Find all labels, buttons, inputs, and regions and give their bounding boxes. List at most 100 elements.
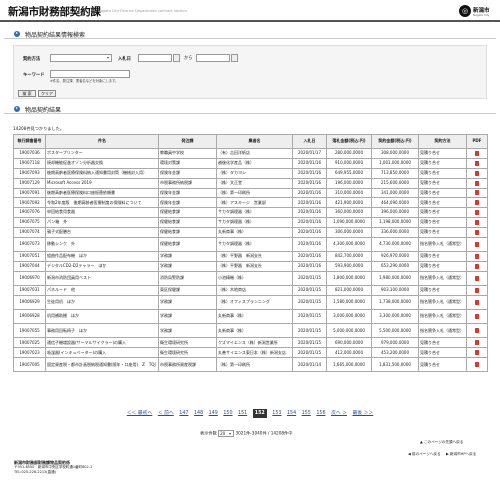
page-link[interactable]: 147 — [179, 409, 188, 418]
per-page-label: 表示件数 — [200, 430, 217, 436]
city-emblem-icon[interactable]: ◎ — [459, 5, 471, 17]
page-prev-link[interactable]: ＜ 前へ — [158, 409, 174, 418]
page-link[interactable]: 155 — [302, 409, 311, 418]
page-link[interactable]: 150 — [223, 409, 232, 418]
row-number: 19007129 — [13, 177, 46, 189]
page-link[interactable]: 156 — [316, 409, 325, 418]
pagetop-link[interactable]: ▲ このページの先頭へ戻る — [420, 440, 463, 445]
row-rakusatsu: 310,000,0000 — [326, 187, 372, 199]
row-vendor: 丸新商事（株） — [216, 227, 293, 238]
row-pdf — [466, 270, 488, 287]
pdf-icon[interactable] — [475, 229, 479, 235]
prev-page-link[interactable]: ◀ 前のページへ戻る — [408, 452, 441, 457]
bid-date-to-input[interactable] — [196, 54, 230, 62]
row-method: 見積り合せ — [418, 207, 467, 219]
page-link[interactable]: 151 — [238, 409, 247, 418]
pdf-icon[interactable] — [475, 263, 479, 269]
row-date: 2020/01/15 — [292, 294, 327, 311]
search-section-header: 物品契約結果情報検索 — [4, 29, 496, 39]
city-logo-subtext: Niigata City — [473, 13, 490, 17]
pdf-icon[interactable] — [475, 190, 479, 196]
row-date: 2020/01/15 — [292, 347, 327, 359]
row-vendor: サカタ調理器（株） — [216, 217, 293, 228]
row-keiyaku: 341,000,0000 — [371, 187, 419, 199]
row-dept: 保健給食課 — [158, 217, 217, 228]
date-range-separator: から — [184, 56, 193, 61]
row-method: 見積り合せ — [418, 217, 467, 228]
row-vendor: クズマイエンス（株）新潟営業所 — [216, 337, 293, 349]
page-last-link[interactable]: 最後 ＞＞ — [352, 409, 373, 418]
col-header-pdf: PDF — [466, 134, 488, 149]
pdf-icon[interactable] — [475, 210, 479, 216]
page-next-link[interactable]: 次へ ＞ — [331, 409, 347, 418]
per-page-select[interactable]: 20 — [218, 430, 235, 437]
row-name: 机用補助棚 ほか — [45, 309, 159, 325]
row-rakusatsu: 1,580,000,0000 — [326, 294, 372, 311]
pdf-icon[interactable] — [475, 150, 479, 156]
row-rakusatsu: 1,090,000,0000 — [326, 217, 372, 228]
row-dept: 保険年金課 — [158, 167, 217, 179]
row-dept: 学務課 — [158, 309, 217, 325]
page-first-link[interactable]: ＜＜ 最初へ — [127, 409, 153, 418]
row-number: 19006970 — [13, 270, 46, 287]
row-pdf — [466, 207, 488, 219]
row-method: 指名競争入札（通常型） — [418, 270, 467, 287]
pdf-icon[interactable] — [475, 275, 479, 281]
row-number: 19007025 — [13, 337, 46, 349]
pdf-icon[interactable] — [475, 254, 479, 259]
row-number: 19007031 — [13, 285, 46, 296]
row-name: ポスタープリンター — [45, 148, 159, 159]
pdf-icon[interactable] — [475, 328, 479, 334]
pdf-icon[interactable] — [475, 180, 479, 186]
row-dept: 教職員中学校 — [158, 148, 217, 159]
results-section-title: 物品契約結果 — [25, 106, 62, 114]
pdf-icon[interactable] — [475, 220, 479, 226]
page-link[interactable]: 154 — [287, 409, 296, 418]
pdf-icon[interactable] — [475, 350, 479, 356]
row-date: 2020/01/16 — [292, 260, 327, 272]
calendar-to-icon[interactable] — [231, 54, 238, 62]
row-number: 19007023 — [13, 347, 46, 359]
pdf-icon[interactable] — [475, 160, 479, 166]
row-keiyaku: 5,500,000,0000 — [371, 323, 419, 339]
pdf-icon[interactable] — [475, 287, 479, 293]
row-name: 事務用回転椅子 ほか — [45, 323, 159, 339]
page-link[interactable]: 149 — [209, 409, 218, 418]
pdf-icon[interactable] — [475, 200, 479, 206]
page-link[interactable]: 153 — [272, 409, 281, 418]
contract-method-select[interactable] — [50, 54, 112, 62]
calendar-from-icon[interactable] — [173, 54, 180, 62]
row-rakusatsu: 280,000,0000 — [326, 148, 372, 159]
site-header: 新潟市財務部契約課 Niigata City Finance Departmen… — [0, 0, 500, 22]
pdf-icon[interactable] — [475, 241, 479, 247]
row-rakusatsu: 5,000,000,0000 — [326, 323, 372, 339]
row-name: 生徒用机 ほか — [45, 294, 159, 311]
col-header-keiyaku: 契約金額(税込:円) — [371, 134, 419, 149]
row-keiyaku: 926,970,0000 — [371, 251, 419, 262]
col-header-name: 件名 — [45, 134, 159, 149]
row-dept: 学務課 — [158, 323, 217, 339]
row-keiyaku: 1,831,500,0000 — [371, 357, 419, 373]
row-number: 19007075 — [13, 217, 46, 228]
clear-button[interactable]: クリア — [38, 90, 56, 97]
row-dept: 消防局警防課 — [158, 270, 217, 287]
row-method: 見積り合せ — [418, 260, 467, 272]
search-button[interactable]: 検 索 — [18, 90, 36, 97]
keyword-input[interactable] — [50, 70, 130, 78]
row-number: 19007118 — [13, 157, 46, 169]
row-number: 19007092 — [13, 197, 46, 209]
row-number: 19007073 — [13, 236, 46, 253]
pdf-icon[interactable] — [475, 170, 479, 176]
table-row: 19007073 移動シンク 外保健給食課 サカタ調理器（株） 2020/01/16 4… — [13, 236, 488, 253]
home-link[interactable]: ▶ 新潟市HPへ戻る — [446, 452, 476, 457]
bid-date-from-input[interactable] — [138, 54, 172, 62]
row-date: 2020/01/16 — [292, 167, 327, 179]
pdf-icon[interactable] — [475, 362, 479, 368]
row-method: 見積り合せ — [418, 157, 467, 169]
row-keiyaku: 396,000,0000 — [371, 207, 419, 219]
page-link[interactable]: 148 — [194, 409, 203, 418]
row-date: 2020/01/17 — [292, 148, 327, 159]
pdf-icon[interactable] — [475, 299, 479, 305]
pdf-icon[interactable] — [475, 340, 479, 346]
pdf-icon[interactable] — [475, 314, 479, 320]
